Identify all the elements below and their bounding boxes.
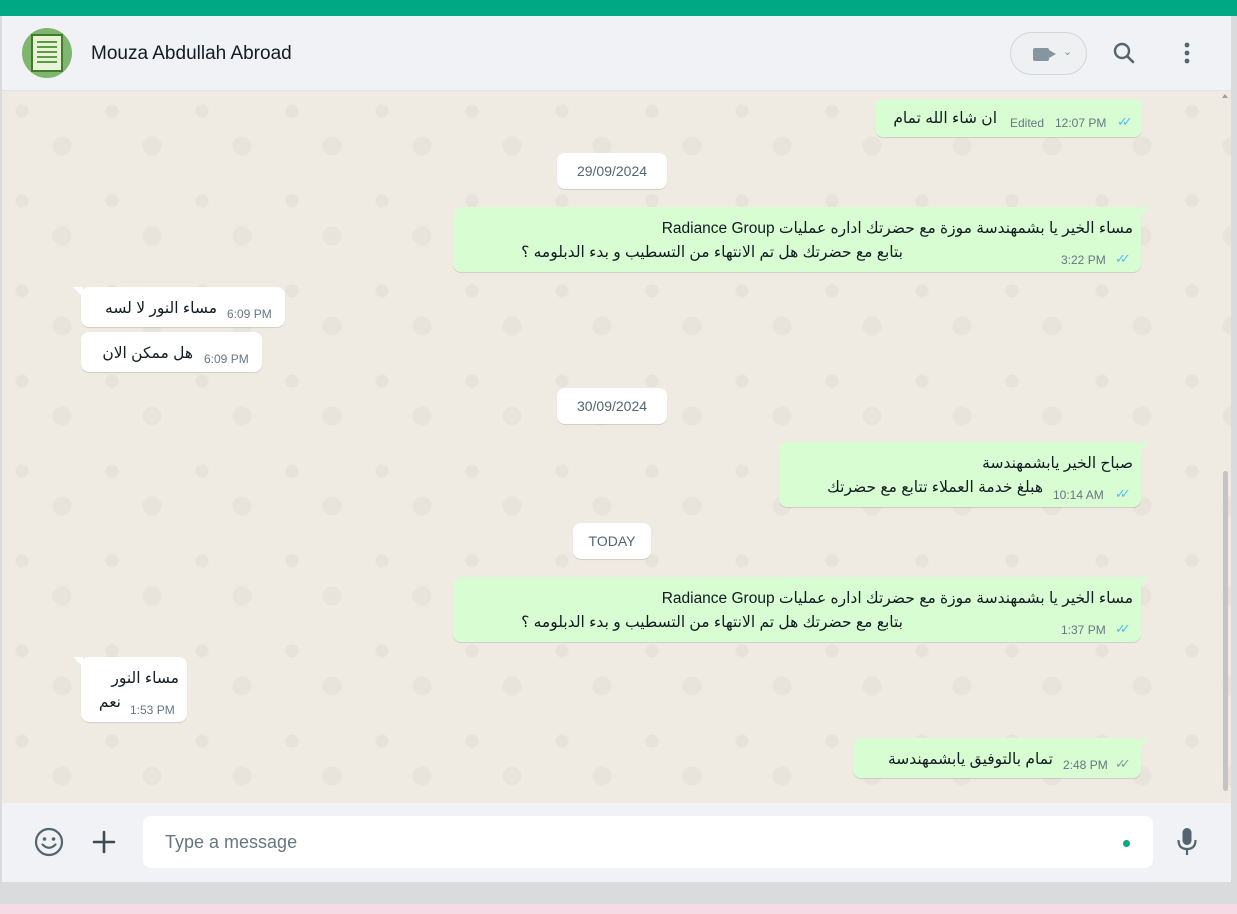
message-incoming[interactable]: مساء النور لا لسه 6:09 PM xyxy=(73,287,285,327)
message-outgoing[interactable]: صباح الخير يابشمهندسة هبلغ خدمة العملاء … xyxy=(779,442,1149,507)
search-button[interactable] xyxy=(1109,38,1139,68)
message-text-line1: مساء الخير يا بشمهندسة موزة مع حضرتك ادا… xyxy=(661,220,1133,237)
scroll-up-icon[interactable] xyxy=(1222,94,1228,98)
contact-name[interactable]: Mouza Abdullah Abroad xyxy=(91,43,292,65)
menu-button[interactable] xyxy=(1172,38,1202,68)
message-outgoing[interactable]: ان شاء الله تمام Edited 12:07 PM ✓✓ xyxy=(875,99,1142,137)
taskbar-strip xyxy=(0,904,1237,914)
video-call-button[interactable]: ⌄ xyxy=(1010,32,1087,75)
chat-scrollbar[interactable] xyxy=(1220,91,1231,803)
message-time: 6:09 PM xyxy=(204,352,249,366)
message-outgoing[interactable]: مساء الخير يا بشمهندسة موزة مع حضرتك ادا… xyxy=(453,207,1149,272)
message-text-line2: نعم xyxy=(98,694,121,711)
double-check-icon: ✓✓ xyxy=(1115,756,1131,771)
message-text: ان شاء الله تمام xyxy=(893,110,997,127)
plus-icon xyxy=(92,830,116,854)
message-time: 3:22 PM xyxy=(1061,253,1106,267)
microphone-icon xyxy=(1177,828,1197,855)
message-text-line2: بتابع مع حضرتك هل تم الانتهاء من التسطيب… xyxy=(521,614,903,631)
chat-header: Mouza Abdullah Abroad ⌄ xyxy=(2,16,1231,91)
message-input[interactable] xyxy=(143,816,1153,868)
double-check-icon: ✓✓ xyxy=(1115,486,1131,501)
message-text: مساء النور لا لسه xyxy=(105,300,217,317)
message-time: 1:53 PM xyxy=(130,703,175,717)
message-time: 1:37 PM xyxy=(1061,623,1106,637)
contact-avatar[interactable] xyxy=(22,28,72,78)
attach-button[interactable] xyxy=(89,827,119,857)
date-separator: TODAY xyxy=(573,523,651,559)
message-incoming[interactable]: مساء النور نعم 1:53 PM xyxy=(73,657,187,722)
message-text-line1: مساء النور xyxy=(111,670,179,687)
message-text-line2: بتابع مع حضرتك هل تم الانتهاء من التسطيب… xyxy=(521,244,903,261)
voice-message-button[interactable] xyxy=(1172,827,1202,857)
top-accent-bar xyxy=(0,0,1237,16)
chevron-down-icon: ⌄ xyxy=(1063,46,1073,58)
message-list[interactable]: ان شاء الله تمام Edited 12:07 PM ✓✓ 29/0… xyxy=(2,91,1231,803)
message-outgoing[interactable]: تمام بالتوفيق يابشمهندسة 2:48 PM ✓✓ xyxy=(853,738,1149,778)
date-separator: 29/09/2024 xyxy=(557,153,667,189)
video-camera-icon xyxy=(1033,48,1056,61)
chat-window: Mouza Abdullah Abroad ⌄ ان شاء الله تمام… xyxy=(2,16,1231,882)
message-text: تمام بالتوفيق يابشمهندسة xyxy=(887,751,1053,768)
message-time: 10:14 AM xyxy=(1053,488,1104,502)
status-dot xyxy=(1123,840,1130,847)
search-icon xyxy=(1113,42,1135,64)
message-text-line1: مساء الخير يا بشمهندسة موزة مع حضرتك ادا… xyxy=(661,590,1133,607)
message-text-line1: صباح الخير يابشمهندسة xyxy=(982,455,1133,472)
double-check-icon: ✓✓ xyxy=(1117,114,1133,129)
scroll-thumb[interactable] xyxy=(1223,471,1228,791)
message-time: 12:07 PM xyxy=(1055,116,1107,130)
message-time: 2:48 PM xyxy=(1063,758,1108,772)
message-outgoing[interactable]: مساء الخير يا بشمهندسة موزة مع حضرتك ادا… xyxy=(453,577,1149,642)
message-text-line2: هبلغ خدمة العملاء تتابع مع حضرتك xyxy=(827,479,1043,496)
edited-label: Edited xyxy=(1010,116,1045,130)
date-separator: 30/09/2024 xyxy=(557,388,667,424)
message-text: هل ممكن الان xyxy=(102,345,193,362)
message-time: 6:09 PM xyxy=(227,307,272,321)
menu-dots-icon xyxy=(1184,42,1190,64)
emoji-icon xyxy=(34,827,64,857)
double-check-icon: ✓✓ xyxy=(1115,621,1131,636)
emoji-button[interactable] xyxy=(34,827,64,857)
message-composer xyxy=(2,803,1231,882)
message-incoming[interactable]: هل ممكن الان 6:09 PM xyxy=(81,332,262,372)
double-check-icon: ✓✓ xyxy=(1115,251,1131,266)
